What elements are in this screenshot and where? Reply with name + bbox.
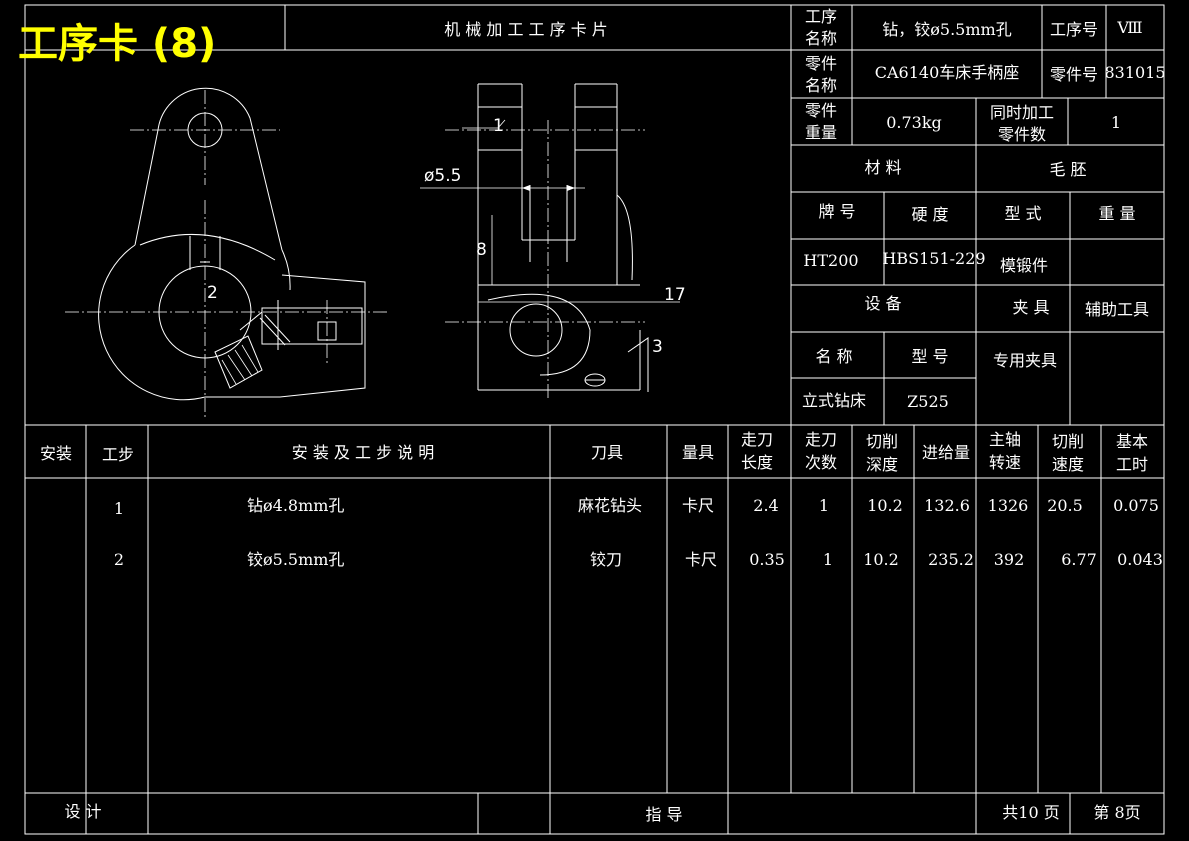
- material-hardness: HBS151-229: [882, 249, 985, 268]
- material-label: 材 料: [864, 158, 901, 177]
- cell-step: 2: [114, 550, 124, 569]
- th-tool: 刀具: [591, 443, 623, 462]
- cell-step: 1: [114, 499, 124, 518]
- cell-feed: 235.2: [928, 550, 974, 569]
- label-3: 3: [652, 337, 663, 357]
- cell-tool: 麻花钻头: [578, 496, 642, 515]
- th-passes-1: 走刀: [805, 430, 837, 449]
- cell-passes: 1: [819, 496, 829, 515]
- form-label: 型 式: [1004, 204, 1041, 223]
- th-cut-speed-2: 速度: [1052, 455, 1084, 474]
- dim-arrow-right: [567, 185, 575, 191]
- cell-feed: 132.6: [924, 496, 970, 515]
- cell-time: 0.075: [1113, 496, 1159, 515]
- cell-time: 0.043: [1117, 550, 1163, 569]
- th-desc: 安 装 及 工 步 说 明: [292, 443, 435, 462]
- table-row: 1 钻ø4.8mm孔 麻花钻头 卡尺 2.4 1 10.2 132.6 1326…: [114, 496, 1159, 518]
- op-no-label: 工序号: [1050, 20, 1098, 39]
- label-2: 2: [207, 283, 218, 303]
- part-no-label: 零件号: [1050, 65, 1098, 84]
- cell-passes: 1: [823, 550, 833, 569]
- part-name-label-1: 零件: [805, 54, 837, 73]
- th-time-1: 基本: [1116, 432, 1148, 451]
- th-time-2: 工时: [1116, 455, 1148, 474]
- cell-feed-len: 2.4: [753, 496, 778, 515]
- th-feed: 进给量: [922, 443, 970, 462]
- cell-depth: 10.2: [867, 496, 903, 515]
- cell-desc: 铰ø5.5mm孔: [247, 550, 344, 569]
- designer-label: 设 计: [64, 802, 101, 821]
- th-passes-2: 次数: [805, 453, 837, 472]
- th-feed-len-2: 长度: [741, 453, 773, 472]
- th-gauge: 量具: [682, 443, 714, 462]
- th-step: 工步: [102, 445, 134, 464]
- blank-label: 毛 胚: [1049, 160, 1086, 179]
- op-no: Ⅷ: [1116, 18, 1142, 37]
- equipment-name-label: 名 称: [815, 347, 852, 366]
- dim-dia-text: ø5.5: [424, 166, 461, 186]
- th-depth-1: 切削: [866, 432, 898, 451]
- th-cut-speed-1: 切削: [1052, 432, 1084, 451]
- sheet-frame: [24, 4, 1165, 835]
- grade-label: 牌 号: [818, 202, 855, 221]
- th-depth-2: 深度: [866, 455, 898, 474]
- fixture-value: 专用夹具: [993, 351, 1057, 370]
- part-weight-label-2: 重量: [805, 123, 837, 142]
- supervisor-label: 指 导: [645, 805, 682, 824]
- cell-feed-len: 0.35: [749, 550, 785, 569]
- cell-speed: 1326: [988, 496, 1029, 515]
- part-no: 831015: [1104, 63, 1165, 82]
- part-drawing-side-view: ø5.5 8 17 1 3: [420, 83, 686, 400]
- op-name-label-2: 名称: [805, 29, 837, 48]
- part-drawing-front-view: 2: [65, 87, 390, 420]
- op-name: 钻，铰ø5.5mm孔: [882, 20, 1011, 39]
- label-1: 1: [493, 116, 504, 136]
- cell-depth: 10.2: [863, 550, 899, 569]
- dim-arrow-left: [522, 185, 530, 191]
- material-grade: HT200: [803, 251, 858, 270]
- aux-tool-label: 辅助工具: [1085, 300, 1149, 319]
- cell-speed: 392: [994, 550, 1025, 569]
- hardness-label: 硬 度: [911, 205, 948, 224]
- sheet-title: 机 械 加 工 工 序 卡 片: [444, 20, 608, 39]
- th-speed-2: 转速: [989, 453, 1021, 472]
- part-weight: 0.73kg: [886, 113, 942, 132]
- part-name-label-2: 名称: [805, 76, 837, 95]
- equipment-model: Z525: [907, 392, 949, 411]
- steps-table-header: 安装 工步 安 装 及 工 步 说 明 刀具 量具 走刀 长度 走刀 次数 切削…: [40, 430, 1148, 474]
- blank-form: 模锻件: [1000, 256, 1048, 275]
- page-number: 第 8页: [1093, 803, 1140, 822]
- simul-count: 1: [1111, 113, 1121, 132]
- cell-tool: 铰刀: [590, 550, 622, 569]
- th-feed-len-1: 走刀: [741, 430, 773, 449]
- op-name-label-1: 工序: [805, 7, 837, 26]
- cell-gauge: 卡尺: [682, 496, 714, 515]
- cell-cut-speed: 20.5: [1047, 496, 1083, 515]
- table-row: 2 铰ø5.5mm孔 铰刀 卡尺 0.35 1 10.2 235.2 392 6…: [114, 550, 1163, 569]
- cell-gauge: 卡尺: [685, 550, 717, 569]
- process-card-sheet: 工序卡 (8) 机 械 加 工 工 序 卡 片 工序 名称 钻，铰ø5.5mm孔…: [18, 4, 1166, 835]
- th-install: 安装: [40, 444, 72, 463]
- th-speed-1: 主轴: [989, 430, 1021, 449]
- equipment-label: 设 备: [864, 294, 901, 313]
- simul-label-1: 同时加工: [990, 103, 1054, 122]
- fixture-label: 夹 具: [1012, 298, 1049, 317]
- card-title: 工序卡 (8): [18, 21, 216, 67]
- dim-8-text: 8: [476, 240, 487, 260]
- steps-table-grid: [25, 424, 1164, 834]
- part-weight-label-1: 零件: [805, 101, 837, 120]
- part-name: CA6140车床手柄座: [875, 63, 1020, 82]
- equipment-model-label: 型 号: [911, 347, 948, 366]
- simul-label-2: 零件数: [998, 125, 1046, 144]
- weight-label: 重 量: [1098, 204, 1135, 223]
- cell-cut-speed: 6.77: [1061, 550, 1097, 569]
- total-pages: 共10 页: [1002, 803, 1059, 822]
- dim-17-text: 17: [664, 285, 686, 305]
- cell-desc: 钻ø4.8mm孔: [247, 496, 344, 515]
- equipment-name: 立式钻床: [802, 391, 866, 410]
